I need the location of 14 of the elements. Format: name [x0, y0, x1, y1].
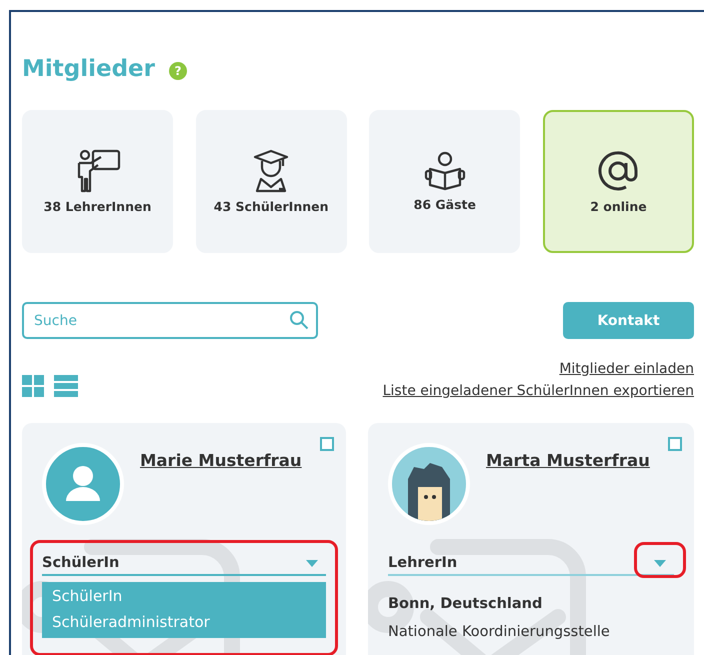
stat-card[interactable]: 38 LehrerInnen [22, 110, 173, 253]
text-link[interactable]: Liste eingeladener SchülerInnen exportieren [382, 383, 694, 399]
search-field[interactable]: Suche [22, 302, 318, 339]
role-dropdown[interactable]: SchülerIn [42, 555, 326, 576]
text-link[interactable]: Mitglieder einladen [559, 361, 694, 377]
role-dropdown[interactable]: LehrerIn [388, 555, 674, 576]
member-location: Bonn, Deutschland [388, 596, 544, 612]
stat-card[interactable]: 2 online [542, 110, 694, 253]
page-title: Mitglieder [22, 56, 156, 82]
stat-card[interactable]: 43 SchülerInnen [196, 110, 347, 253]
member-organization: Nationale Koordinierungsstelle [388, 624, 611, 640]
member-name-link[interactable]: Marie Musterfrau [140, 451, 302, 470]
stat-card[interactable]: 86 Gäste [369, 110, 520, 253]
member-name-link[interactable]: Marta Musterfrau [486, 451, 650, 470]
